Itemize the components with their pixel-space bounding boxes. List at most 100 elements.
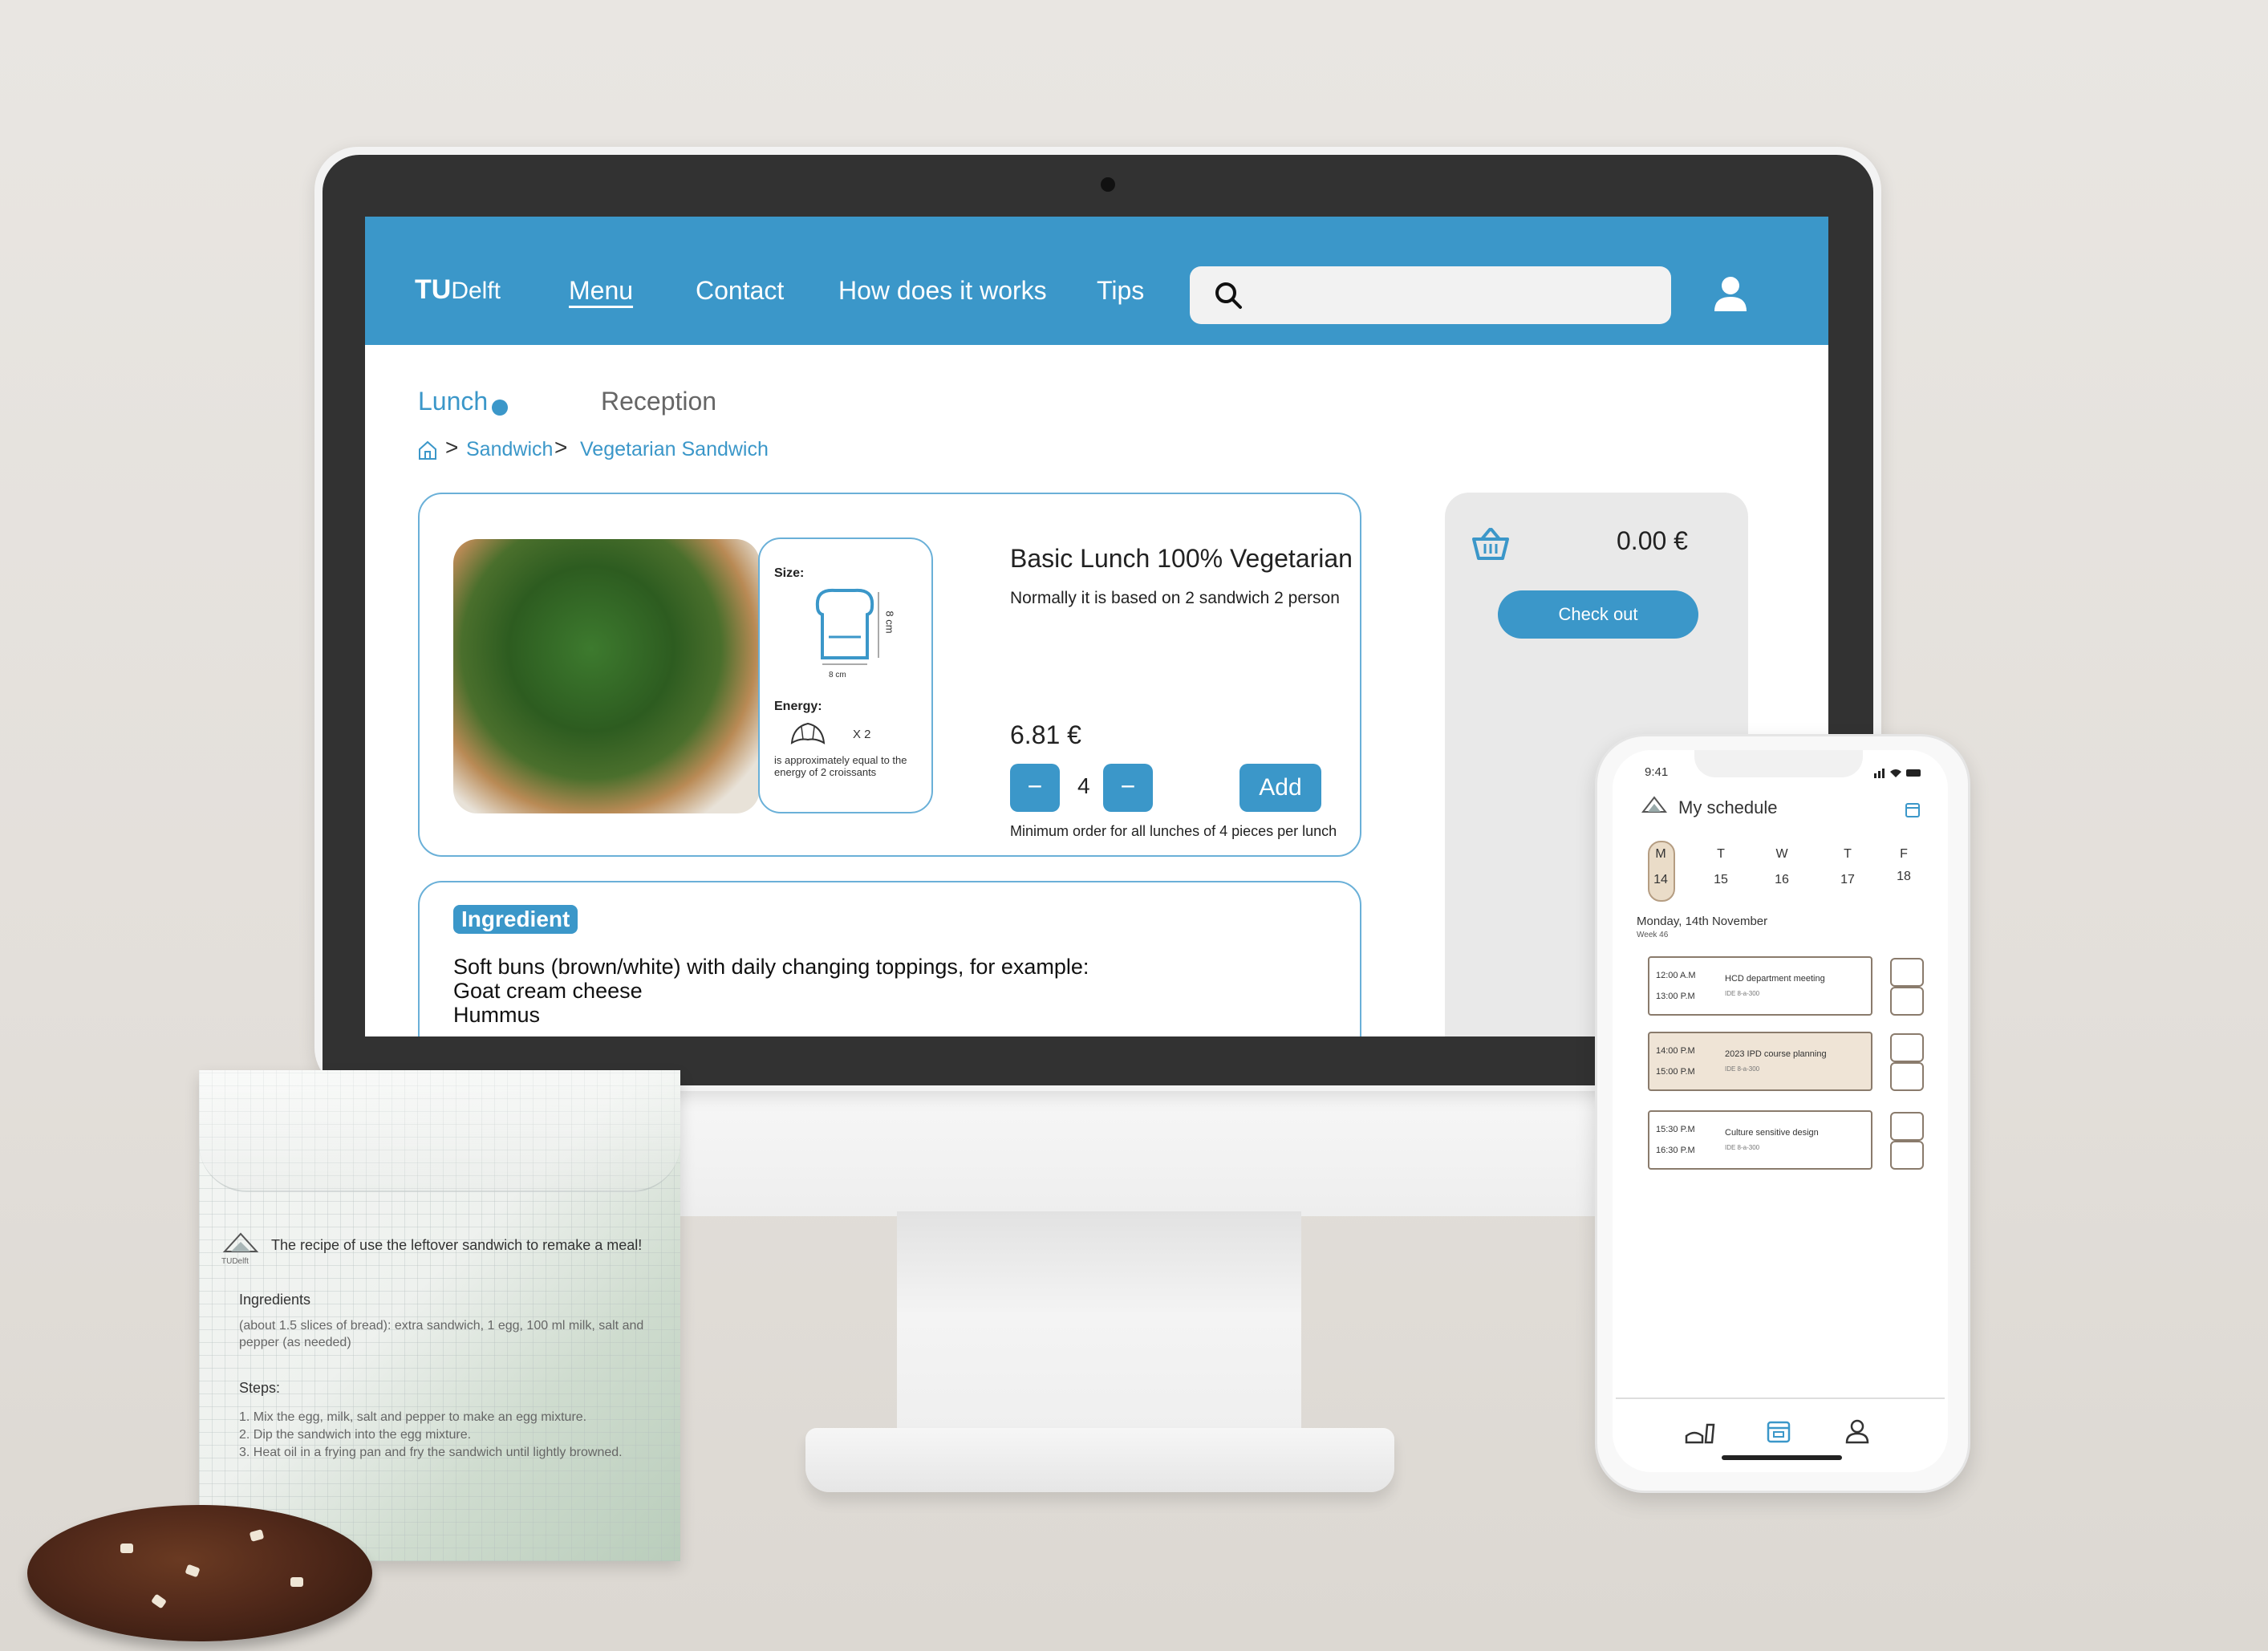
day-letter[interactable]: F (1892, 847, 1916, 862)
event-start: 15:30 P.M (1656, 1125, 1695, 1134)
cart-total: 0.00 € (1617, 526, 1688, 555)
day-number[interactable]: 17 (1836, 873, 1860, 887)
day-letter[interactable]: T (1836, 847, 1860, 862)
ingredient-list: Soft buns (brown/white) with daily chang… (453, 955, 1089, 1027)
day-letter[interactable]: M (1649, 847, 1673, 862)
day-letter[interactable]: T (1709, 847, 1733, 862)
day-number[interactable]: 15 (1709, 873, 1733, 887)
home-indicator (1722, 1455, 1842, 1460)
paper-bag-flap (199, 1070, 680, 1192)
bag-ingredients-label: Ingredients (239, 1292, 311, 1308)
tudelft-small-logo-icon (1641, 796, 1667, 813)
no-drink-icon[interactable] (1890, 1141, 1924, 1170)
user-icon[interactable] (1713, 274, 1748, 313)
breadcrumb-separator: > (445, 435, 459, 460)
quantity-value: 4 (1077, 773, 1090, 798)
minimum-order-note: Minimum order for all lunches of 4 piece… (1010, 823, 1337, 839)
bag-ingredients-text: (about 1.5 slices of bread): extra sandw… (239, 1319, 644, 1349)
tab-bar-divider (1616, 1397, 1945, 1399)
status-time: 9:41 (1645, 765, 1669, 779)
size-height: 8 cm (883, 611, 896, 634)
ingredient-line: Goat cream cheese (453, 979, 643, 1003)
ingredient-line: Soft buns (brown/white) with daily chang… (453, 955, 1089, 979)
camera-icon (1101, 177, 1115, 192)
product-title: Basic Lunch 100% Vegetarian (1010, 544, 1353, 573)
increase-button[interactable]: − (1103, 764, 1153, 812)
add-button[interactable]: Add (1239, 764, 1321, 812)
bag-logo-text: TUDelft (221, 1257, 249, 1266)
food-tab-icon[interactable] (1685, 1418, 1715, 1446)
schedule-title: My schedule (1678, 797, 1778, 817)
day-number[interactable]: 14 (1649, 873, 1673, 887)
size-width: 8 cm (829, 671, 846, 679)
menu-list-icon[interactable] (1890, 1033, 1924, 1062)
breadcrumb-sandwich[interactable]: Sandwich (466, 438, 553, 461)
selected-date: Monday, 14th November (1637, 915, 1768, 928)
energy-multiplier: X 2 (853, 728, 871, 741)
profile-tab-icon[interactable] (1845, 1418, 1869, 1444)
size-label: Size: (774, 566, 805, 580)
ingredient-badge: Ingredient (453, 905, 578, 934)
food-order-icon[interactable] (1890, 987, 1924, 1016)
nav-contact[interactable]: Contact (696, 276, 784, 306)
event-title: Culture sensitive design (1725, 1128, 1819, 1138)
cookie-chip (120, 1544, 133, 1553)
monitor-base (805, 1428, 1394, 1492)
logo-light: Delft (451, 278, 501, 304)
food-order-icon[interactable] (1890, 1062, 1924, 1091)
event-end: 15:00 P.M (1656, 1067, 1695, 1077)
product-description: Normally it is based on 2 sandwich 2 per… (1010, 589, 1340, 607)
bag-steps-label: Steps: (239, 1380, 281, 1396)
checkout-button[interactable]: Check out (1498, 590, 1698, 639)
event-end: 16:30 P.M (1656, 1146, 1695, 1155)
event-card[interactable]: 12:00 A.M 13:00 P.M HCD department meeti… (1648, 956, 1872, 1016)
day-number[interactable]: 16 (1770, 873, 1794, 887)
product-image (453, 539, 760, 813)
status-icons (1874, 769, 1921, 778)
event-location: IDE 8-a-300 (1725, 1065, 1760, 1073)
bag-step: 3. Heat oil in a frying pan and fry the … (239, 1446, 623, 1459)
logo-bold: TU (415, 274, 452, 305)
basket-icon[interactable] (1471, 526, 1511, 562)
phone-notch (1694, 750, 1863, 777)
no-food-icon[interactable] (1890, 1112, 1924, 1141)
nav-tips[interactable]: Tips (1097, 276, 1144, 306)
nav-menu[interactable]: Menu (569, 276, 633, 306)
bag-step: 1. Mix the egg, milk, salt and pepper to… (239, 1410, 587, 1424)
calendar-tab-icon[interactable] (1767, 1418, 1791, 1444)
event-location: IDE 8-a-300 (1725, 1144, 1760, 1151)
search-input[interactable] (1190, 266, 1671, 324)
croissant-icon (790, 722, 826, 744)
calendar-icon[interactable] (1905, 801, 1921, 818)
cookie (27, 1505, 372, 1641)
event-card[interactable]: 14:00 P.M 15:00 P.M 2023 IPD course plan… (1648, 1032, 1872, 1091)
product-price: 6.81 € (1010, 720, 1081, 749)
day-number[interactable]: 18 (1892, 870, 1916, 884)
event-location: IDE 8-a-300 (1725, 990, 1760, 997)
day-letter[interactable]: W (1770, 847, 1794, 862)
nav-how-it-works[interactable]: How does it works (838, 276, 1047, 306)
menu-list-icon[interactable] (1890, 958, 1924, 987)
week-number: Week 46 (1637, 931, 1669, 939)
bread-slice-icon (815, 588, 879, 665)
tab-reception[interactable]: Reception (601, 387, 716, 416)
tab-selected-indicator (492, 400, 508, 416)
size-energy-box: Size: 8 cm 8 cm Energy: X 2 is approxima… (758, 537, 933, 813)
bag-title: The recipe of use the leftover sandwich … (271, 1237, 643, 1253)
ingredient-line: Hummus (453, 1003, 541, 1027)
decrease-button[interactable]: − (1010, 764, 1060, 812)
home-icon[interactable] (418, 440, 437, 460)
top-nav: TUDelft Menu Contact How does it works T… (365, 217, 1828, 345)
tudelft-bag-logo-icon (222, 1232, 259, 1252)
event-title: 2023 IPD course planning (1725, 1049, 1827, 1059)
event-card[interactable]: 15:30 P.M 16:30 P.M Culture sensitive de… (1648, 1110, 1872, 1170)
event-title: HCD department meeting (1725, 974, 1825, 984)
energy-label: Energy: (774, 700, 822, 713)
event-end: 13:00 P.M (1656, 992, 1695, 1001)
event-start: 14:00 P.M (1656, 1046, 1695, 1056)
tab-lunch[interactable]: Lunch (418, 387, 488, 416)
breadcrumb-vegetarian-sandwich[interactable]: Vegetarian Sandwich (580, 438, 769, 461)
tudelft-logo[interactable]: TUDelft (415, 274, 501, 306)
bag-step: 2. Dip the sandwich into the egg mixture… (239, 1428, 472, 1442)
breadcrumb-separator: > (554, 435, 568, 460)
